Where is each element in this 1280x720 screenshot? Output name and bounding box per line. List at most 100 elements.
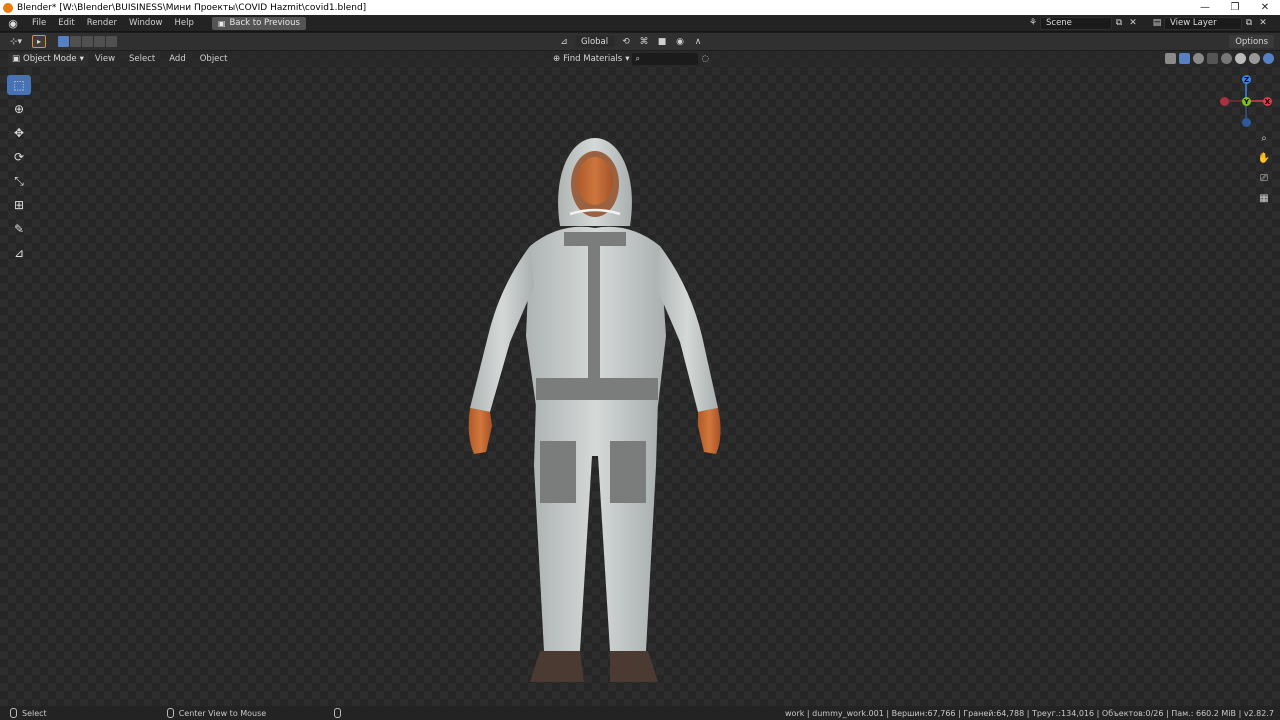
gizmos-toggle-icon[interactable]	[1179, 53, 1190, 64]
mouse-middle-icon	[166, 708, 174, 718]
chevron-down-icon: ▾	[625, 54, 630, 64]
find-materials-dropdown[interactable]: Find Materials	[563, 54, 622, 64]
xray-toggle-icon[interactable]	[1207, 53, 1218, 64]
rendered-shading-icon[interactable]	[1263, 53, 1274, 64]
blender-app-icon	[3, 2, 13, 13]
tool-header: ⊹▾ ▸ ⊿ Global ⟲ ⌘ ■ ◉ ∧ Options	[0, 33, 1280, 50]
options-dropdown[interactable]: Options	[1229, 35, 1274, 48]
maximize-button[interactable]: ❐	[1220, 0, 1250, 15]
orientation-icon[interactable]: ⊿	[557, 35, 571, 48]
menu-window[interactable]: Window	[123, 18, 169, 28]
gizmo-neg-x-axis[interactable]	[1220, 97, 1229, 106]
status-select: Select	[10, 708, 47, 718]
select-box-tool-icon[interactable]: ⬚	[7, 75, 31, 95]
view-layer-selector: ▤ View Layer ⧉ ✕	[1150, 16, 1270, 30]
find-materials-group: ⊕ Find Materials ▾ ⌕ ◌	[553, 53, 709, 65]
gizmo-neg-z-axis[interactable]	[1242, 118, 1251, 127]
select-intersect-icon[interactable]	[106, 36, 117, 47]
object-mode-label: Object Mode	[23, 54, 77, 64]
scene-statistics: work | dummy_work.001 | Вершин:67,766 | …	[785, 708, 1274, 718]
viewport-menu-object[interactable]: Object	[193, 54, 235, 64]
view-layer-field[interactable]: View Layer	[1164, 16, 1242, 30]
window-title-bar: Blender* [W:\Blender\BUISINESS\Мини Прое…	[0, 0, 1280, 15]
overlays-toggle-icon[interactable]	[1193, 53, 1204, 64]
orientation-dropdown[interactable]: Global	[575, 35, 615, 48]
pivot-icon[interactable]: ⟲	[619, 35, 633, 48]
back-to-previous-label: Back to Previous	[229, 18, 300, 28]
navigation-gizmo[interactable]: Z X Y	[1218, 74, 1274, 130]
select-new-icon[interactable]	[58, 36, 69, 47]
window-title: Blender* [W:\Blender\BUISINESS\Мини Прое…	[17, 2, 367, 13]
object-mode-dropdown[interactable]: ▣ Object Mode ▾	[8, 52, 88, 66]
object-mode-icon: ▣	[12, 54, 21, 64]
scale-tool-icon[interactable]: ⤡	[7, 171, 31, 191]
zoom-icon[interactable]: ⌕	[1256, 130, 1272, 146]
solid-shading-icon[interactable]	[1235, 53, 1246, 64]
viewport-menu-add[interactable]: Add	[162, 54, 192, 64]
transform-controls: ⊿ Global ⟲ ⌘ ■ ◉ ∧	[557, 35, 705, 48]
editor-type-icon[interactable]: ⊹▾	[4, 35, 28, 48]
status-select-label: Select	[22, 708, 47, 718]
menu-file[interactable]: File	[26, 18, 52, 28]
proportional-edit-icon[interactable]: ◉	[673, 35, 687, 48]
hazmat-suit-model[interactable]	[460, 136, 730, 686]
move-tool-icon[interactable]: ✥	[7, 123, 31, 143]
search-icon: ⌕	[635, 54, 640, 63]
wireframe-shading-icon[interactable]	[1221, 53, 1232, 64]
search-options-icon[interactable]: ◌	[701, 54, 708, 64]
measure-tool-icon[interactable]: ⊿	[7, 243, 31, 263]
status-center-view: Center View to Mouse	[166, 708, 267, 718]
menu-help[interactable]: Help	[168, 18, 199, 28]
minimize-button[interactable]: —	[1190, 0, 1220, 15]
shading-controls	[1165, 53, 1274, 64]
rotate-tool-icon[interactable]: ⟳	[7, 147, 31, 167]
falloff-icon[interactable]: ∧	[691, 35, 705, 48]
pan-hand-icon[interactable]: ✋	[1256, 150, 1272, 166]
left-toolbar: ⬚ ⊕ ✥ ⟳ ⤡ ⊞ ✎ ⊿	[7, 75, 31, 263]
ortho-grid-icon[interactable]: ▦	[1256, 190, 1272, 206]
menu-render[interactable]: Render	[81, 18, 123, 28]
back-to-previous-button[interactable]: ▣ Back to Previous	[211, 16, 306, 30]
gizmo-z-axis[interactable]: Z	[1242, 75, 1251, 84]
view-layer-icon[interactable]: ▤	[1150, 17, 1164, 30]
view-layer-copy-icon[interactable]: ⧉	[1242, 17, 1256, 30]
select-subtract-icon[interactable]	[82, 36, 93, 47]
viewport-navigation: ⌕ ✋ ⎚ ▦	[1256, 130, 1272, 206]
scene-selector: ⚘ Scene ⧉ ✕	[1026, 16, 1140, 30]
viewport-menu-select[interactable]: Select	[122, 54, 162, 64]
screen-icon: ▣	[217, 18, 226, 28]
mouse-left-icon	[10, 708, 17, 718]
mouse-right-icon	[334, 708, 342, 718]
scene-icon[interactable]: ⚘	[1026, 17, 1040, 30]
gizmo-y-axis[interactable]: Y	[1242, 97, 1251, 106]
material-search-input[interactable]: ⌕	[632, 53, 699, 65]
scene-close-icon[interactable]: ✕	[1126, 17, 1140, 30]
visibility-icon[interactable]	[1165, 53, 1176, 64]
selection-mode-buttons	[58, 36, 117, 47]
status-bar: Select Center View to Mouse work | dummy…	[0, 706, 1280, 720]
menu-edit[interactable]: Edit	[52, 18, 80, 28]
status-center-view-label: Center View to Mouse	[178, 708, 267, 718]
select-tool-icon[interactable]: ▸	[32, 35, 46, 48]
close-button[interactable]: ✕	[1250, 0, 1280, 15]
top-menu-bar: ◉ File Edit Render Window Help ▣ Back to…	[0, 15, 1280, 32]
select-invert-icon[interactable]	[94, 36, 105, 47]
viewport-menu-view[interactable]: View	[88, 54, 122, 64]
status-context-menu	[334, 708, 342, 718]
cursor-tool-icon[interactable]: ⊕	[7, 99, 31, 119]
scene-copy-icon[interactable]: ⧉	[1112, 17, 1126, 30]
material-shading-icon[interactable]	[1249, 53, 1260, 64]
blender-logo-icon[interactable]: ◉	[6, 16, 20, 30]
select-extend-icon[interactable]	[70, 36, 81, 47]
snap-target-icon[interactable]: ■	[655, 35, 669, 48]
scene-field[interactable]: Scene	[1040, 16, 1112, 30]
chevron-down-icon: ▾	[79, 54, 84, 64]
camera-view-icon[interactable]: ⎚	[1256, 170, 1272, 186]
transform-tool-icon[interactable]: ⊞	[7, 195, 31, 215]
gizmo-x-axis[interactable]: X	[1263, 97, 1272, 106]
materials-icon: ⊕	[553, 54, 561, 64]
view-layer-close-icon[interactable]: ✕	[1256, 17, 1270, 30]
annotate-tool-icon[interactable]: ✎	[7, 219, 31, 239]
snap-icon[interactable]: ⌘	[637, 35, 651, 48]
viewport-header: ▣ Object Mode ▾ View Select Add Object ⊕…	[0, 51, 1280, 67]
